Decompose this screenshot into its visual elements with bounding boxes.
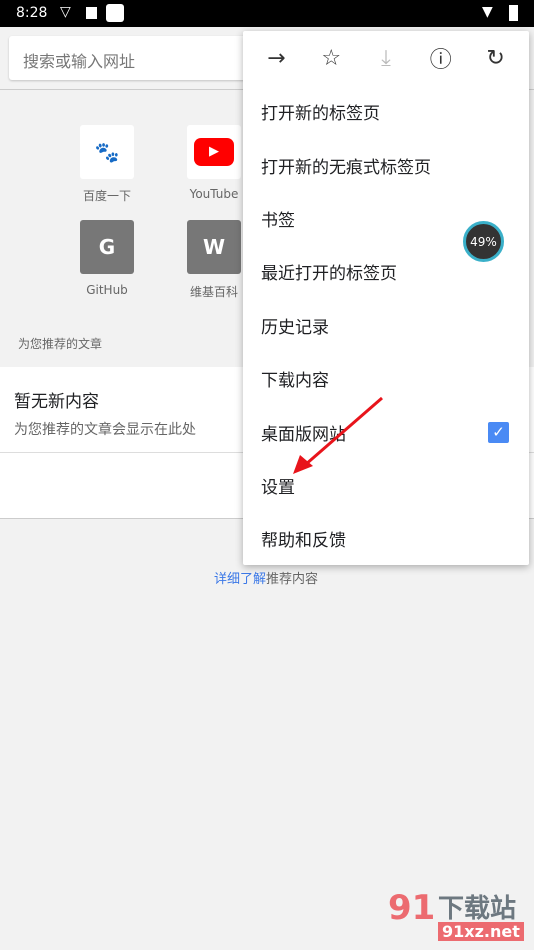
red-arrow-annotation: [293, 396, 383, 474]
